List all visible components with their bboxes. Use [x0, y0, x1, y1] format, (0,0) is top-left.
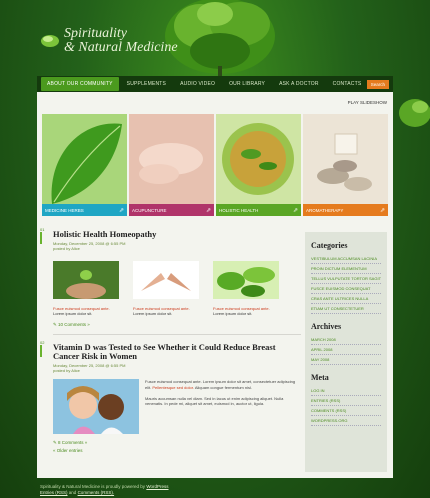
- meta-link[interactable]: Entries (RSS): [311, 396, 381, 406]
- thumbnail-caption: Lorem ipsum dolor sit.: [53, 311, 93, 316]
- tile-acupuncture[interactable]: Acupuncture ⇗: [129, 114, 214, 216]
- post-accent-bar: [40, 232, 42, 244]
- footer-wordpress-link[interactable]: WordPress: [146, 484, 168, 489]
- footer-entries-link[interactable]: Entries (RSS): [40, 490, 68, 495]
- thumbnail-caption: Lorem ipsum dolor sit.: [213, 311, 253, 316]
- archive-link[interactable]: April 2008: [311, 345, 381, 355]
- tile-bar: Acupuncture ⇗: [129, 204, 214, 216]
- category-link[interactable]: Tellus vulputate tortor sagittis: [311, 274, 381, 284]
- footer-comments-link[interactable]: Comments (RSS).: [78, 490, 115, 495]
- nav-item-about[interactable]: About Our Community: [41, 77, 119, 91]
- content-page: Play slideshow Medicine Herbs ⇗ Acupunct…: [37, 92, 393, 478]
- logo-line-2: & Natural Medicine: [64, 40, 178, 55]
- post-accent-bar: [40, 345, 42, 357]
- meta-link[interactable]: WordPress.org: [311, 416, 381, 426]
- post-author: posted by Alice: [53, 246, 80, 251]
- tile-label: Acupuncture: [132, 207, 167, 213]
- sidebar: Categories Vestibulum accumsan lacinia P…: [305, 232, 387, 472]
- link-icon: ⇗: [292, 207, 298, 214]
- hands-image: [133, 261, 199, 299]
- divider: [53, 334, 301, 335]
- category-link[interactable]: Vestibulum accumsan lacinia: [311, 254, 381, 264]
- footer: Spirituality & Natural Medicine is proud…: [40, 484, 169, 496]
- post-text: Mauris accumsan nulla vel diam. Sed in l…: [145, 395, 284, 407]
- sprout-image: [53, 261, 119, 299]
- archive-link[interactable]: May 2008: [311, 355, 381, 365]
- nav-item-audio-video[interactable]: Audio video: [174, 77, 221, 91]
- main-nav: About Our Community Supplements Audio vi…: [37, 76, 393, 92]
- archives-section: Archives March 2008 April 2008 May 2008: [311, 322, 381, 365]
- comments-count: 8 Comments »: [58, 440, 88, 445]
- categories-title: Categories: [311, 241, 348, 250]
- site-logo[interactable]: Spirituality & Natural Medicine: [40, 27, 178, 55]
- category-link[interactable]: Etiam ut consectetuer: [311, 304, 381, 314]
- archive-link[interactable]: March 2008: [311, 335, 381, 345]
- feature-tiles: Medicine Herbs ⇗ Acupuncture ⇗: [42, 114, 388, 216]
- category-link[interactable]: Fusce euismod consequat: [311, 284, 381, 294]
- nav-item-library[interactable]: Our library: [223, 77, 271, 91]
- hands-image: [129, 114, 214, 204]
- post-author: posted by Alice: [53, 368, 80, 373]
- link-icon: ⇗: [118, 207, 124, 214]
- comments-link[interactable]: ✎ 10 Comments »: [53, 322, 301, 328]
- logo-line-1: Spirituality: [64, 26, 127, 41]
- comment-icon: ✎: [53, 322, 57, 327]
- tile-bar: Medicine Herbs ⇗: [42, 204, 127, 216]
- footer-text: Spirituality & Natural Medicine is proud…: [40, 484, 146, 489]
- herb-leaf-image: [42, 114, 127, 204]
- category-link[interactable]: Proin dictum elementum: [311, 264, 381, 274]
- tile-label: Aromatherapy: [306, 207, 344, 213]
- tea-cup-image: [216, 114, 301, 204]
- post-meta: Monday, December 25, 2008 @ 6:55 PM post…: [53, 241, 301, 251]
- tile-label: Holistic Health: [219, 207, 259, 213]
- post-text: Aliquam congue fermentum nisl.: [194, 384, 252, 390]
- nav-item-contacts[interactable]: Contacts: [327, 77, 368, 91]
- category-link[interactable]: Cras ante ultrices nulla: [311, 294, 381, 304]
- meta-link[interactable]: Log in: [311, 386, 381, 396]
- main-column: 01 Holistic Health Homeopathy Monday, De…: [40, 227, 301, 459]
- tile-bar: Holistic Health ⇗: [216, 204, 301, 216]
- tile-holistic-health[interactable]: Holistic Health ⇗: [216, 114, 301, 216]
- nav-item-ask-doctor[interactable]: Ask a doctor: [273, 77, 325, 91]
- tile-aromatherapy[interactable]: Aromatherapy ⇗: [303, 114, 388, 216]
- leaves-corner-graphic: [399, 99, 430, 127]
- post: 02 Vitamin D was Tested to See Whether i…: [40, 340, 301, 453]
- tile-medicine-herbs[interactable]: Medicine Herbs ⇗: [42, 114, 127, 216]
- thumbnail-item[interactable]: Fusce euismod consequat ante. Lorem ipsu…: [213, 261, 279, 316]
- thumbnail-item[interactable]: Fusce euismod consequat ante. Lorem ipsu…: [133, 261, 199, 316]
- link-icon: ⇗: [205, 207, 211, 214]
- tile-bar: Aromatherapy ⇗: [303, 204, 388, 216]
- archives-title: Archives: [311, 322, 342, 331]
- footer-text: and: [68, 490, 77, 495]
- children-image: [53, 379, 139, 434]
- post-title[interactable]: Vitamin D was Tested to See Whether it C…: [53, 343, 301, 361]
- thumbnail-item[interactable]: Fusce euismod consequat ante. Lorem ipsu…: [53, 261, 119, 316]
- play-slideshow-link[interactable]: Play slideshow: [348, 100, 387, 105]
- post-body: Fusce euismod consequat ante. Lorem ipsu…: [53, 379, 301, 434]
- meta-link[interactable]: Comments (RSS): [311, 406, 381, 416]
- comments-link[interactable]: ✎ 8 Comments »: [53, 440, 301, 446]
- leaves-image: [213, 261, 279, 299]
- leaf-logo-icon: [41, 35, 59, 47]
- stones-image: [303, 114, 388, 204]
- link-icon: ⇗: [379, 207, 385, 214]
- post-thumbnails: Fusce euismod consequat ante. Lorem ipsu…: [53, 261, 301, 316]
- post-text-link[interactable]: Pellentesque sed dolor.: [152, 385, 194, 390]
- nav-item-supplements[interactable]: Supplements: [121, 77, 172, 91]
- categories-section: Categories Vestibulum accumsan lacinia P…: [311, 241, 381, 314]
- tile-label: Medicine Herbs: [45, 207, 84, 213]
- comment-icon: ✎: [53, 440, 57, 445]
- post-meta: Monday, December 25, 2008 @ 6:55 PM post…: [53, 363, 301, 373]
- comments-count: 10 Comments »: [58, 322, 90, 327]
- meta-section: Meta Log in Entries (RSS) Comments (RSS)…: [311, 373, 381, 426]
- meta-title: Meta: [311, 373, 329, 382]
- post-title[interactable]: Holistic Health Homeopathy: [53, 230, 301, 239]
- older-entries-link[interactable]: « Older entries: [53, 448, 301, 453]
- thumbnail-caption: Lorem ipsum dolor sit.: [133, 311, 173, 316]
- search-button[interactable]: Search: [366, 80, 389, 89]
- post: 01 Holistic Health Homeopathy Monday, De…: [40, 227, 301, 328]
